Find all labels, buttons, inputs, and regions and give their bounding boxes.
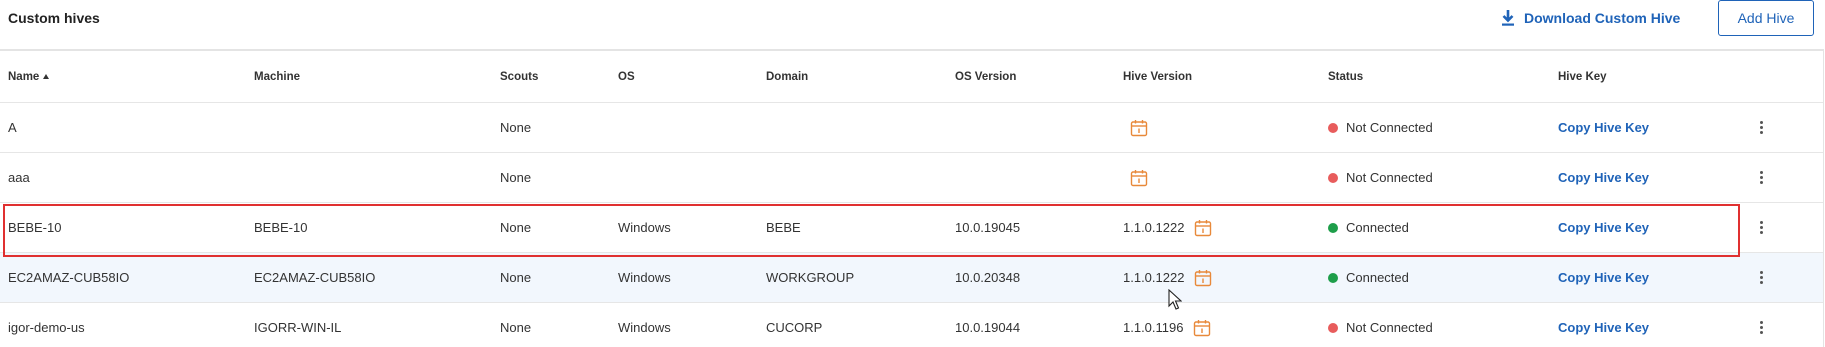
kebab-menu-icon	[1759, 121, 1763, 134]
status-text: Not Connected	[1346, 320, 1433, 335]
cell-scouts: None	[500, 220, 532, 235]
status-dot	[1328, 122, 1338, 133]
cell-name: aaa	[8, 170, 30, 185]
copy-hive-key-label: Copy Hive Key	[1558, 220, 1650, 235]
cell-scouts: None	[500, 320, 532, 335]
cell-scouts: None	[500, 170, 532, 185]
hive-version-text: 1.1.0.1196	[1123, 320, 1184, 335]
cell-machine: IGORR-WIN-IL	[254, 320, 342, 335]
kebab-menu-icon	[1759, 171, 1763, 184]
table-header: Name Machine Scouts OS Domain OS Version…	[0, 51, 1823, 103]
cell-name: EC2AMAZ-CUB58IO	[8, 270, 130, 285]
copy-hive-key-label: Copy Hive Key	[1558, 270, 1650, 285]
cell-hive-version: 1.1.0.1222	[1123, 203, 1212, 252]
mouse-cursor-icon	[1168, 289, 1182, 310]
calendar-icon[interactable]	[1130, 119, 1148, 137]
column-header-hive-key[interactable]: Hive Key	[1558, 51, 1607, 102]
cell-machine: EC2AMAZ-CUB58IO	[254, 270, 376, 285]
calendar-icon[interactable]	[1194, 219, 1212, 237]
status-text: Not Connected	[1346, 170, 1433, 185]
download-icon	[1502, 10, 1514, 26]
kebab-menu-icon	[1759, 221, 1763, 234]
page-title: Custom hives	[8, 10, 100, 26]
copy-hive-key-link[interactable]: Copy Hive Key	[1558, 103, 1649, 152]
hive-version-text: 1.1.0.1222	[1123, 220, 1185, 235]
row-menu-button[interactable]	[1755, 153, 1767, 202]
table-row[interactable]: igor-demo-us IGORR-WIN-IL None Windows C…	[0, 303, 1823, 347]
hive-version-text: 1.1.0.1222	[1123, 270, 1185, 285]
cell-status: Connected	[1328, 203, 1409, 252]
row-menu-button[interactable]	[1755, 103, 1767, 152]
cell-machine: BEBE-10	[254, 220, 308, 235]
cell-os-version: 10.0.19045	[955, 220, 1021, 235]
cell-status: Not Connected	[1328, 103, 1433, 152]
copy-hive-key-label: Copy Hive Key	[1558, 170, 1650, 185]
kebab-menu-icon	[1759, 271, 1763, 284]
cell-scouts: None	[500, 120, 532, 135]
table-row[interactable]: BEBE-10 BEBE-10 None Windows BEBE 10.0.1…	[0, 203, 1823, 253]
cell-os: Windows	[618, 270, 671, 285]
add-hive-button[interactable]: Add Hive	[1718, 0, 1814, 36]
cell-scouts: None	[500, 270, 532, 285]
column-header-name-label: Name	[8, 70, 40, 83]
row-menu-button[interactable]	[1755, 253, 1767, 302]
cell-name: A	[8, 120, 17, 135]
cell-domain: CUCORP	[766, 320, 823, 335]
cell-name: BEBE-10	[8, 220, 62, 235]
cell-os-version: 10.0.19044	[955, 320, 1021, 335]
copy-hive-key-link[interactable]: Copy Hive Key	[1558, 253, 1649, 302]
column-header-scouts[interactable]: Scouts	[500, 51, 538, 102]
row-menu-button[interactable]	[1755, 303, 1767, 347]
copy-hive-key-label: Copy Hive Key	[1558, 120, 1650, 135]
column-header-name[interactable]: Name	[8, 51, 50, 102]
copy-hive-key-link[interactable]: Copy Hive Key	[1558, 303, 1649, 347]
column-header-domain[interactable]: Domain	[766, 51, 808, 102]
kebab-menu-icon	[1759, 321, 1763, 334]
cell-os: Windows	[618, 220, 671, 235]
copy-hive-key-link[interactable]: Copy Hive Key	[1558, 203, 1649, 252]
download-custom-hive-button[interactable]: Download Custom Hive	[1500, 8, 1680, 28]
cell-os: Windows	[618, 320, 671, 335]
cell-status: Not Connected	[1328, 303, 1433, 347]
column-header-status[interactable]: Status	[1328, 51, 1363, 102]
status-dot	[1328, 272, 1338, 283]
cell-status: Not Connected	[1328, 153, 1433, 202]
status-text: Not Connected	[1346, 120, 1433, 135]
status-dot	[1328, 222, 1338, 233]
table-row[interactable]: aaa None Not Connected Copy Hive Key	[0, 153, 1823, 203]
calendar-icon[interactable]	[1130, 169, 1148, 187]
status-dot	[1328, 172, 1338, 183]
row-menu-button[interactable]	[1755, 203, 1767, 252]
cell-domain: WORKGROUP	[766, 270, 855, 285]
status-text: Connected	[1346, 270, 1409, 285]
table-row[interactable]: A None Not Connected Copy Hive Key	[0, 103, 1823, 153]
sort-ascending-icon	[43, 74, 50, 79]
copy-hive-key-link[interactable]: Copy Hive Key	[1558, 153, 1649, 202]
cell-hive-version	[1130, 153, 1148, 202]
cell-os-version: 10.0.20348	[955, 270, 1021, 285]
calendar-icon[interactable]	[1194, 269, 1212, 287]
cell-domain: BEBE	[766, 220, 801, 235]
column-header-hive-version[interactable]: Hive Version	[1123, 51, 1192, 102]
cell-hive-version	[1130, 103, 1148, 152]
hives-table: Name Machine Scouts OS Domain OS Version…	[0, 49, 1824, 347]
column-header-os-version[interactable]: OS Version	[955, 51, 1016, 102]
status-text: Connected	[1346, 220, 1409, 235]
cell-status: Connected	[1328, 253, 1409, 302]
custom-hives-page: Custom hives Download Custom Hive Add Hi…	[0, 0, 1825, 347]
table-row[interactable]: EC2AMAZ-CUB58IO EC2AMAZ-CUB58IO None Win…	[0, 253, 1823, 303]
topbar: Custom hives Download Custom Hive Add Hi…	[0, 0, 1825, 48]
calendar-icon[interactable]	[1193, 319, 1211, 337]
download-label: Download Custom Hive	[1524, 10, 1681, 26]
status-dot	[1328, 322, 1338, 333]
cell-name: igor-demo-us	[8, 320, 85, 335]
column-header-machine[interactable]: Machine	[254, 51, 300, 102]
column-header-os[interactable]: OS	[618, 51, 635, 102]
copy-hive-key-label: Copy Hive Key	[1558, 320, 1650, 335]
